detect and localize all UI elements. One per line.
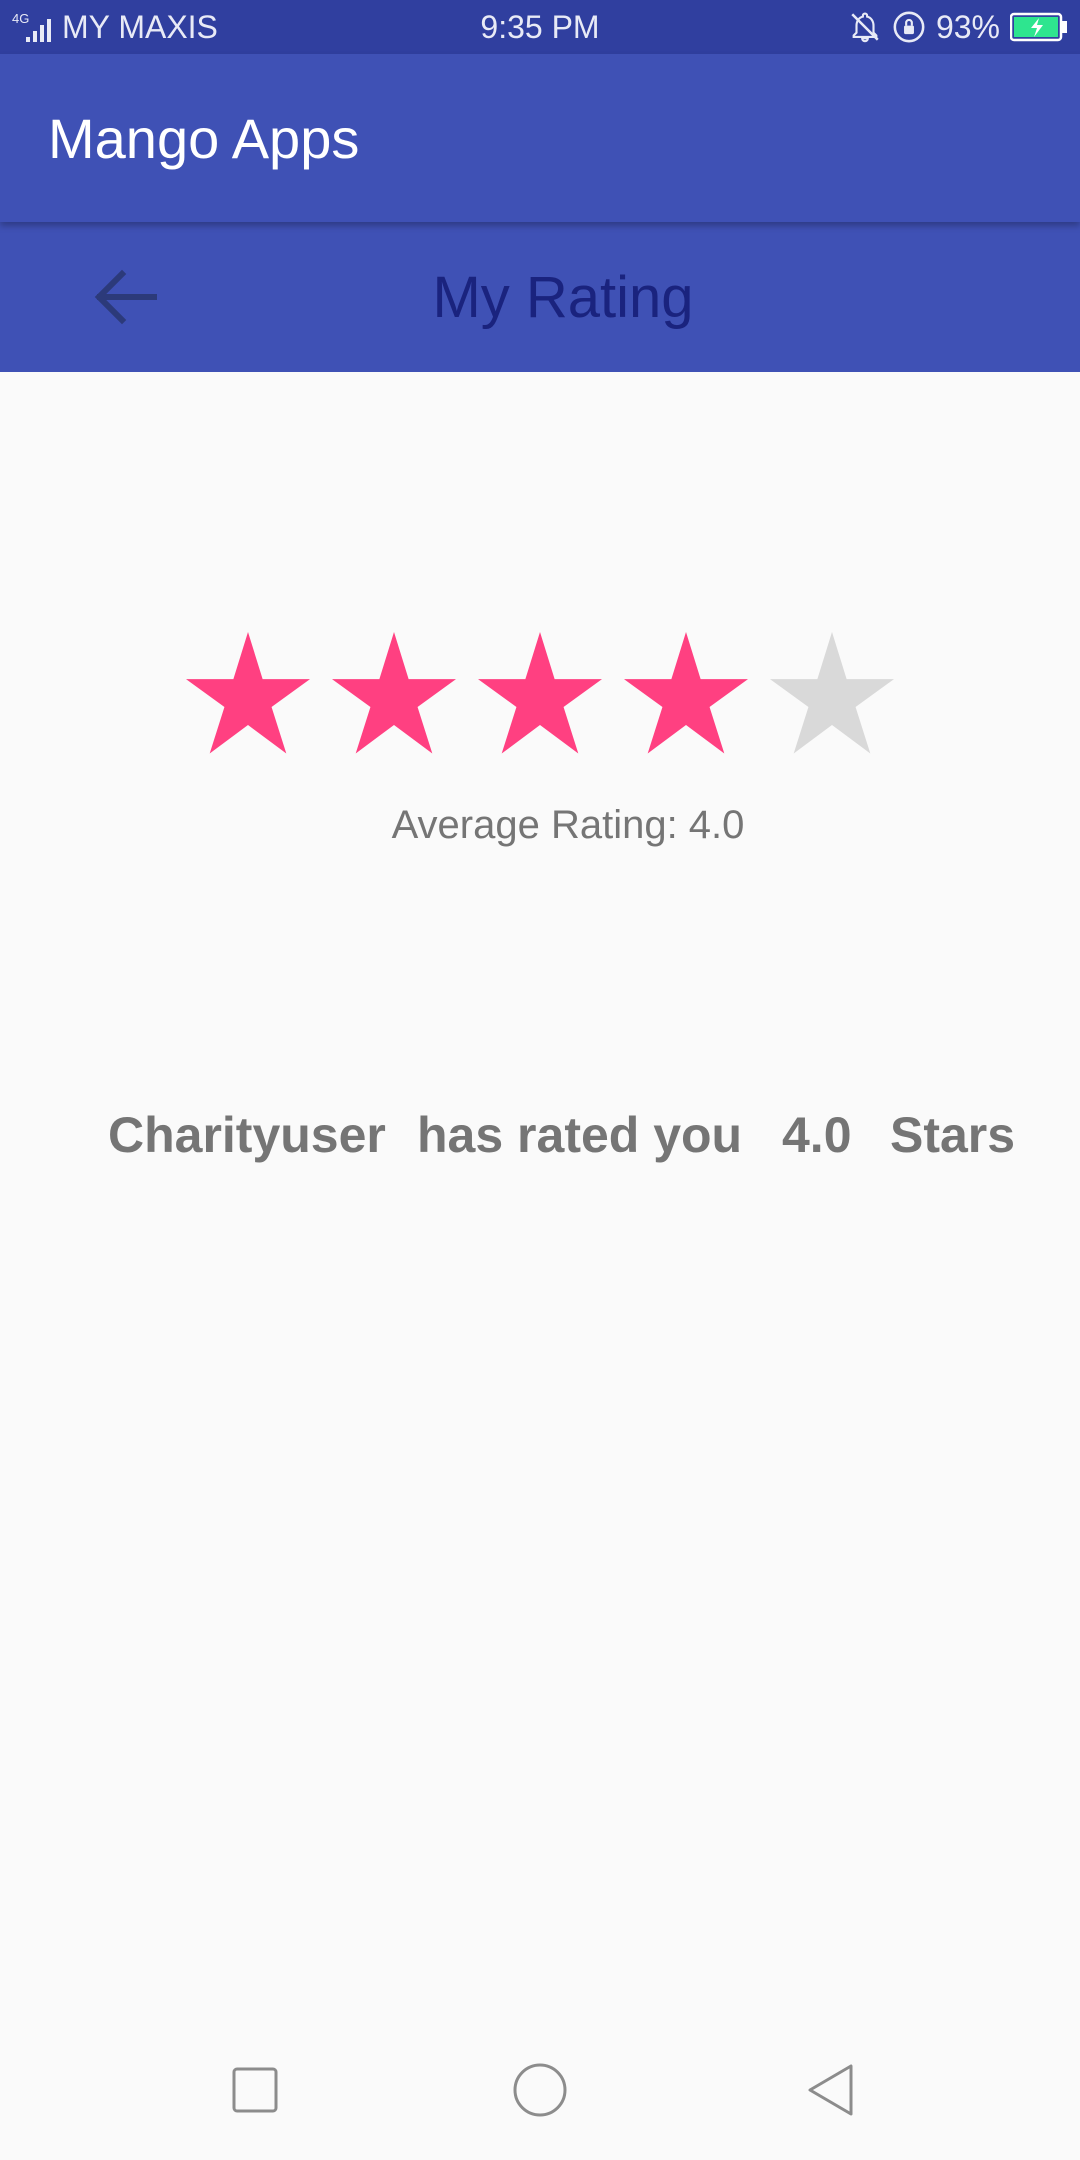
page-title: My Rating bbox=[432, 264, 694, 330]
battery-charging-icon bbox=[1010, 12, 1067, 42]
battery-percent: 93% bbox=[935, 8, 1000, 45]
status-bar: 4G MY MAXIS 9:35 PM 93% bbox=[0, 0, 1080, 54]
navigation-bar bbox=[0, 2020, 1080, 2160]
back-nav-button[interactable] bbox=[790, 2050, 870, 2130]
star-icon-5 bbox=[770, 632, 894, 754]
rated-line: Charityuser has rated you 4.0 Stars bbox=[0, 1100, 1080, 1170]
rated-suffix: Stars bbox=[890, 1107, 1016, 1163]
app-bar: Mango Apps bbox=[0, 54, 1080, 222]
rated-value: 4.0 bbox=[782, 1107, 852, 1163]
star-icon-3 bbox=[478, 632, 602, 754]
star-icon-1 bbox=[186, 632, 310, 754]
home-button[interactable] bbox=[500, 2050, 580, 2130]
star-icon-4 bbox=[624, 632, 748, 754]
status-right: 93% bbox=[848, 0, 1068, 54]
sub-header: My Rating bbox=[0, 222, 1080, 372]
recent-apps-icon bbox=[232, 2067, 278, 2113]
app-title: Mango Apps bbox=[48, 106, 360, 170]
rotation-lock-icon bbox=[893, 11, 925, 43]
rated-text: has rated you bbox=[417, 1107, 743, 1163]
bell-off-icon bbox=[851, 12, 879, 43]
home-icon bbox=[513, 2063, 567, 2117]
rating-bar[interactable] bbox=[185, 632, 895, 757]
rater-name: Charityuser bbox=[108, 1107, 386, 1163]
star-icon-2 bbox=[332, 632, 456, 754]
average-rating-text: Average Rating: 4.0 bbox=[391, 802, 745, 847]
recent-apps-button[interactable] bbox=[215, 2050, 295, 2130]
back-icon bbox=[808, 2064, 853, 2116]
